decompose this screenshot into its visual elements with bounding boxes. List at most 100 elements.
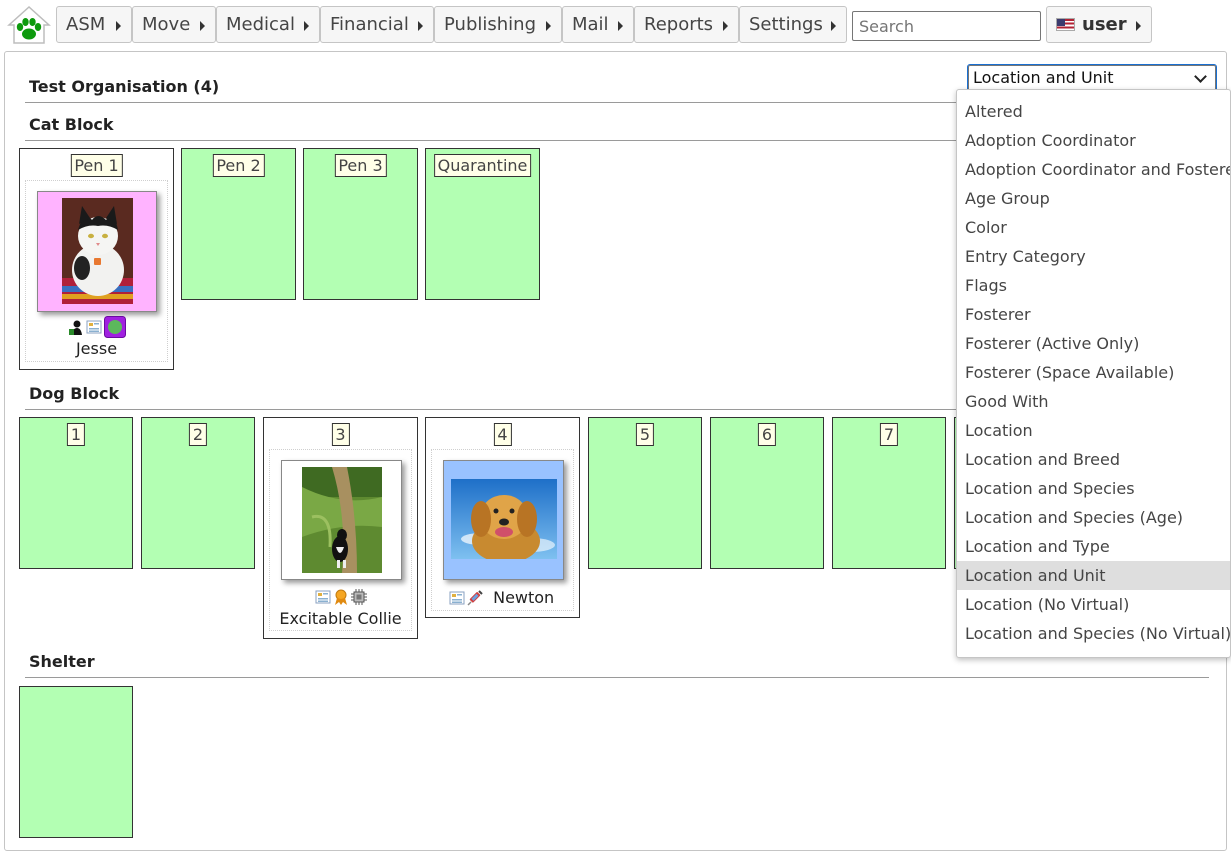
caret-right-icon: [418, 21, 423, 31]
view-option[interactable]: Entry Category: [957, 242, 1230, 271]
menu-move-label: Move: [142, 14, 191, 35]
unit-3[interactable]: 3 Excitable Collie: [263, 417, 418, 639]
animal-status-icons: Newton: [448, 587, 573, 609]
menu-medical[interactable]: Medical: [216, 6, 320, 43]
menu-mail[interactable]: Mail: [562, 6, 634, 43]
caret-right-icon: [546, 21, 551, 31]
search-input[interactable]: [852, 11, 1041, 41]
animal-card[interactable]: Jesse: [25, 180, 168, 362]
user-label: user: [1082, 14, 1127, 35]
view-option[interactable]: Location and Type: [957, 532, 1230, 561]
view-option[interactable]: Location (No Virtual): [957, 590, 1230, 619]
unit-label: Pen 3: [334, 154, 387, 177]
animal-name[interactable]: Jesse: [26, 339, 167, 358]
divider: [25, 677, 1209, 678]
location-heading-cat-block: Cat Block: [29, 115, 114, 134]
caret-right-icon: [116, 21, 121, 31]
unit-label: 6: [757, 423, 777, 446]
view-option[interactable]: Fosterer (Active Only): [957, 329, 1230, 358]
menu-medical-label: Medical: [226, 14, 295, 35]
menu-reports[interactable]: Reports: [634, 6, 739, 43]
unit-label: 3: [331, 423, 350, 446]
dog-photo-collie: [302, 467, 382, 573]
unit-4[interactable]: 4 Newton: [425, 417, 580, 618]
chevron-down-icon: [1194, 70, 1207, 83]
animal-card[interactable]: Excitable Collie: [269, 449, 412, 631]
unit-2[interactable]: 2: [141, 417, 255, 569]
view-mode-select[interactable]: Location and Unit: [967, 64, 1217, 92]
menu-publishing[interactable]: Publishing: [434, 6, 562, 43]
animal-thumbnail[interactable]: [443, 460, 564, 580]
unit-7[interactable]: 7: [832, 417, 946, 569]
animal-status-icons: [270, 586, 411, 608]
menu-publishing-label: Publishing: [444, 14, 536, 35]
unit-5[interactable]: 5: [588, 417, 702, 569]
organisation-title: Test Organisation (4): [29, 77, 220, 96]
unit-1[interactable]: 1: [19, 417, 133, 569]
caret-right-icon: [304, 21, 309, 31]
unit-quarantine[interactable]: Quarantine: [425, 148, 540, 300]
cat-photo: [62, 198, 133, 304]
view-option[interactable]: Fosterer: [957, 300, 1230, 329]
paw-logo-icon[interactable]: [7, 5, 51, 45]
document-icon: [449, 590, 465, 606]
view-option[interactable]: Location and Species (No Virtual): [957, 619, 1230, 648]
unit-label: 7: [879, 423, 899, 446]
caret-right-icon: [618, 21, 623, 31]
menu-financial-label: Financial: [330, 14, 409, 35]
document-icon: [315, 589, 331, 605]
animal-thumbnail[interactable]: [37, 191, 157, 312]
unit-pen-2[interactable]: Pen 2: [181, 148, 296, 300]
menu-settings[interactable]: Settings: [739, 6, 847, 43]
microchip-icon: [350, 588, 367, 605]
animal-name[interactable]: Excitable Collie: [270, 609, 411, 628]
unit-label: 5: [635, 423, 655, 446]
view-option[interactable]: Good With: [957, 387, 1230, 416]
view-option[interactable]: Location and Species (Age): [957, 503, 1230, 532]
unit-pen-3[interactable]: Pen 3: [303, 148, 418, 300]
syringe-icon: [467, 589, 483, 606]
location-heading-dog-block: Dog Block: [29, 384, 120, 403]
menu-reports-label: Reports: [644, 14, 714, 35]
view-option[interactable]: Adoption Coordinator and Fosterer: [957, 155, 1230, 184]
person-silhouette-icon: [68, 319, 84, 335]
view-option[interactable]: Adoption Coordinator: [957, 126, 1230, 155]
award-ribbon-icon: [333, 589, 349, 605]
menu-asm[interactable]: ASM: [56, 6, 132, 43]
view-option[interactable]: Age Group: [957, 184, 1230, 213]
unit-6[interactable]: 6: [710, 417, 824, 569]
view-option[interactable]: Flags: [957, 271, 1230, 300]
unit-pen-1[interactable]: Pen 1 Jesse: [19, 148, 174, 370]
view-mode-dropdown-list: Altered Adoption Coordinator Adoption Co…: [956, 89, 1231, 658]
view-option[interactable]: Location and Breed: [957, 445, 1230, 474]
unit-label: Pen 1: [70, 154, 123, 177]
caret-right-icon: [723, 21, 728, 31]
view-mode-selected: Location and Unit: [973, 68, 1114, 87]
animal-status-icons: [26, 316, 167, 338]
unit-shelter[interactable]: [19, 686, 133, 838]
document-icon: [86, 319, 102, 335]
unit-label: Pen 2: [212, 154, 265, 177]
unit-label: 4: [493, 423, 512, 446]
view-option[interactable]: Location and Species: [957, 474, 1230, 503]
animal-name[interactable]: Newton: [493, 588, 554, 607]
user-menu-button[interactable]: user: [1046, 6, 1152, 43]
caret-right-icon: [200, 21, 205, 31]
menu-financial[interactable]: Financial: [320, 6, 434, 43]
top-navigation-bar: ASM Move Medical Financial Publishing Ma…: [0, 0, 1231, 48]
menu-move[interactable]: Move: [132, 6, 216, 43]
view-option[interactable]: Altered: [957, 97, 1230, 126]
menu-mail-label: Mail: [572, 14, 609, 35]
unit-label: Quarantine: [433, 154, 532, 177]
view-option[interactable]: Location and Unit: [957, 561, 1230, 590]
view-option[interactable]: Fosterer (Space Available): [957, 358, 1230, 387]
purple-green-circle-icon: [103, 316, 126, 338]
menu-asm-label: ASM: [66, 14, 106, 35]
dog-photo-golden-retriever: [451, 479, 557, 559]
caret-right-icon: [1136, 21, 1141, 31]
animal-thumbnail[interactable]: [281, 460, 402, 580]
view-option[interactable]: Color: [957, 213, 1230, 242]
view-option[interactable]: Location: [957, 416, 1230, 445]
us-flag-icon: [1056, 18, 1075, 31]
animal-card[interactable]: Newton: [431, 449, 574, 611]
